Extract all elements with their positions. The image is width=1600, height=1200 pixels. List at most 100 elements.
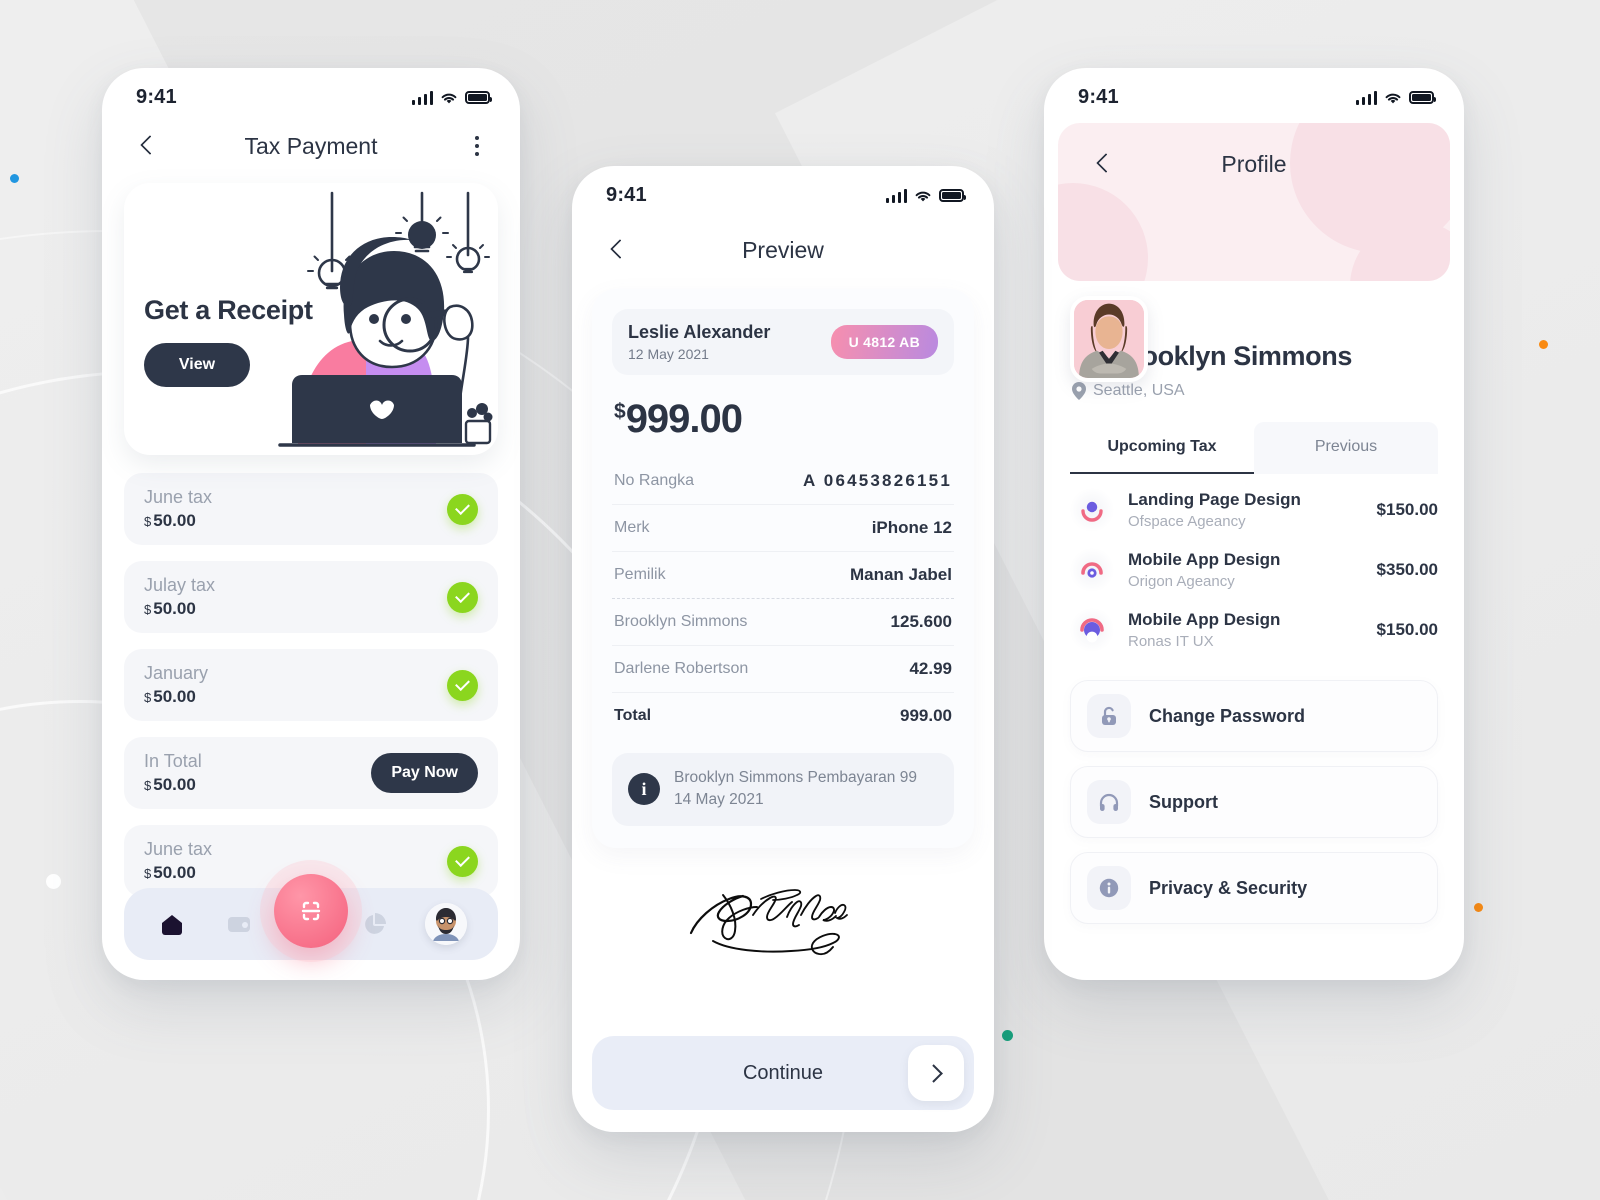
preview-screen: 9:41 Preview Leslie Alexander 12 May 202…	[572, 166, 994, 1132]
tax-row-amount: $50.00	[144, 687, 196, 706]
view-receipt-button[interactable]: View	[144, 343, 250, 387]
tax-items-list: June tax $50.00 Julay tax $50.00 January…	[124, 473, 498, 897]
tax-row-name: January	[144, 663, 209, 683]
check-icon	[447, 669, 478, 701]
tax-row-name: June tax	[144, 487, 213, 507]
receipt-field-row: Merk iPhone 12	[612, 505, 954, 552]
task-title: Mobile App Design	[1128, 610, 1281, 629]
tax-row[interactable]: In Total $50.00 Pay Now	[124, 737, 498, 809]
page-title: Preview	[742, 236, 824, 263]
status-bar-time: 9:41	[606, 184, 647, 206]
tax-row[interactable]: Julay tax $50.00	[124, 561, 498, 633]
task-amount: $150.00	[1376, 500, 1438, 519]
status-bar-time: 9:41	[1078, 86, 1119, 108]
receipt-note: i Brooklyn Simmons Pembayaran 99 14 May …	[612, 753, 954, 826]
page-title: Tax Payment	[244, 132, 378, 159]
profile-screen: 9:41 Profile AT Brooklyn Simmons Seattle…	[1044, 68, 1464, 980]
status-bar: 9:41	[1044, 68, 1464, 115]
tax-row-name: June tax	[144, 839, 213, 859]
note-line-1: Brooklyn Simmons Pembayaran 99	[674, 769, 917, 786]
task-subtitle: Origon Ageancy	[1128, 573, 1235, 590]
wallet-icon	[228, 917, 251, 932]
kebab-menu-icon[interactable]	[464, 136, 490, 156]
status-bar: 9:41	[572, 166, 994, 213]
profile-location: Seattle, USA	[1072, 382, 1464, 400]
arc-crescent-icon	[1070, 608, 1114, 652]
note-line-2: 14 May 2021	[674, 791, 764, 809]
total-amount-display: $999.00	[614, 397, 954, 442]
receipt-card: Leslie Alexander 12 May 2021 U 4812 AB $…	[592, 289, 974, 848]
navigation-bar: Tax Payment	[102, 115, 520, 169]
info-circle-icon	[1087, 866, 1131, 910]
tax-row-amount: $50.00	[144, 511, 196, 530]
tax-row-name: Julay tax	[144, 575, 216, 595]
tax-row-name: In Total	[144, 751, 202, 771]
line-item-value: 125.600	[890, 612, 952, 631]
task-amount: $150.00	[1376, 620, 1438, 639]
status-bar: 9:41	[102, 68, 520, 115]
battery-icon	[1409, 91, 1436, 104]
location-pin-icon	[1072, 382, 1086, 400]
settings-row-label: Privacy & Security	[1149, 877, 1308, 898]
avatar-icon	[425, 903, 468, 945]
profile-avatar	[1070, 296, 1148, 382]
signature-area	[572, 854, 994, 984]
task-amount: $350.00	[1376, 560, 1438, 579]
check-icon	[447, 581, 478, 613]
pay-now-button[interactable]: Pay Now	[371, 753, 478, 793]
tab-wallet[interactable]	[222, 907, 256, 941]
task-subtitle: Ofspace Ageancy	[1128, 513, 1246, 530]
settings-row-change-password[interactable]: Change Password	[1070, 680, 1438, 752]
battery-icon	[939, 189, 966, 202]
line-item-label: Darlene Robertson	[614, 660, 749, 677]
tax-row-amount: $50.00	[144, 863, 196, 882]
line-item-value: 42.99	[909, 659, 952, 678]
avatar-photo	[1074, 300, 1144, 378]
task-row[interactable]: Mobile App Design Origon Ageancy $350.00	[1070, 548, 1438, 592]
wifi-icon	[1385, 93, 1401, 103]
scan-icon	[301, 901, 321, 921]
scan-fab-button[interactable]	[274, 874, 348, 948]
tax-row[interactable]: January $50.00	[124, 649, 498, 721]
check-icon	[447, 845, 478, 877]
wifi-icon	[441, 93, 457, 103]
headphones-icon	[1087, 780, 1131, 824]
tab-profile[interactable]	[425, 903, 468, 945]
banner-blob	[1058, 183, 1148, 281]
tax-row[interactable]: June tax $50.00	[124, 473, 498, 545]
settings-row-privacy-security[interactable]: Privacy & Security	[1070, 852, 1438, 924]
pie-chart-icon	[364, 913, 386, 934]
settings-row-support[interactable]: Support	[1070, 766, 1438, 838]
field-label: No Rangka	[614, 472, 695, 489]
task-row[interactable]: Landing Page Design Ofspace Ageancy $150…	[1070, 488, 1438, 532]
tab-statistics[interactable]	[358, 907, 392, 941]
total-amount-value: 999.00	[625, 397, 743, 441]
receipt-total-row: Total 999.00	[612, 693, 954, 739]
back-button[interactable]	[1088, 149, 1118, 179]
field-label: Pemilik	[614, 566, 666, 583]
b-franklin-signature	[689, 889, 848, 956]
chevron-right-icon[interactable]	[908, 1045, 964, 1101]
tab-home[interactable]	[155, 907, 189, 941]
receipt-line-item: Brooklyn Simmons 125.600	[612, 599, 954, 646]
continue-button[interactable]: Continue	[592, 1036, 974, 1110]
receipt-field-row: Pemilik Manan Jabel	[612, 552, 954, 599]
customer-name: Leslie Alexander	[628, 322, 771, 342]
tax-row-amount: $50.00	[144, 599, 196, 618]
navigation-bar: Preview	[572, 213, 994, 273]
settings-row-label: Support	[1149, 791, 1218, 812]
line-item-label: Brooklyn Simmons	[614, 613, 748, 630]
back-button[interactable]	[132, 131, 162, 161]
plate-badge: U 4812 AB	[830, 325, 938, 359]
tab-previous[interactable]: Previous	[1254, 422, 1438, 474]
back-button[interactable]	[602, 235, 632, 265]
task-row[interactable]: Mobile App Design Ronas IT UX $150.00	[1070, 608, 1438, 652]
cellular-signal-icon	[1355, 90, 1377, 105]
tab-upcoming-tax[interactable]: Upcoming Tax	[1070, 422, 1254, 474]
profile-tabs: Upcoming Tax Previous	[1070, 422, 1438, 474]
receipt-field-row: No Rangka A 06453826151	[612, 458, 954, 505]
receipt-header: Leslie Alexander 12 May 2021 U 4812 AB	[612, 309, 954, 375]
tax-row-amount: $50.00	[144, 775, 196, 794]
cellular-signal-icon	[411, 90, 433, 105]
tax-payment-screen: 9:41 Tax Payment Get a Receipt View June…	[102, 68, 520, 980]
